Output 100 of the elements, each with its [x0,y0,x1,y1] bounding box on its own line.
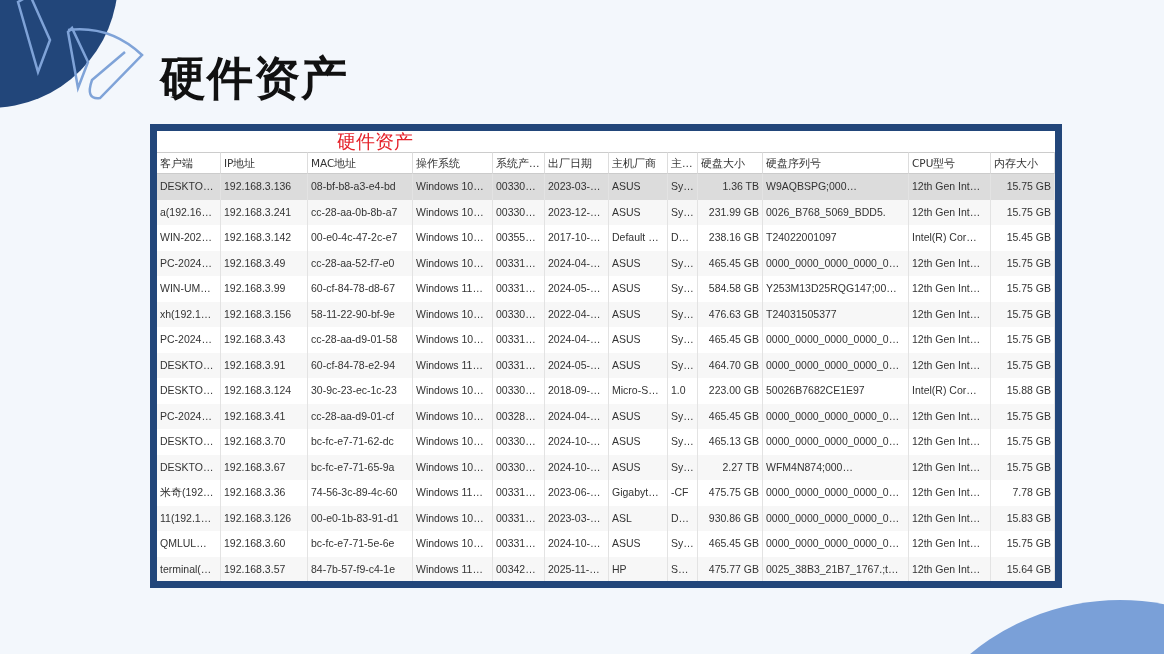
table-cell: 12th Gen Int… [909,454,991,480]
table-cell: ASL [609,505,668,531]
table-cell: 00355… [493,225,545,251]
table-cell: 476.63 GB [698,301,763,327]
table-cell: Windows 10… [413,301,493,327]
table-cell: 15.75 GB [991,454,1055,480]
column-header[interactable]: 出厂日期 [545,152,609,174]
table-cell: bc-fc-e7-71-62-dc [308,429,413,455]
table-cell: DESKTO… [157,352,221,378]
table-cell: 50026B7682CE1E97 [763,378,909,404]
table-cell: 00331… [493,250,545,276]
table-cell: 12th Gen Int… [909,352,991,378]
table-cell: Windows 11… [413,276,493,302]
column-header[interactable]: 主… [668,152,698,174]
column-header[interactable]: 客户端 [157,152,221,174]
table-cell: 2024-05-… [545,352,609,378]
table-cell: 15.83 GB [991,505,1055,531]
table-cell: 2018-09-… [545,378,609,404]
table-cell: 00331… [493,531,545,557]
table-cell: 0000_0000_0000_0000_0… [763,250,909,276]
table-cell: ASUS [609,429,668,455]
table-cell: 0000_0000_0000_0000_0… [763,505,909,531]
column-header[interactable]: 硬盘大小 [698,152,763,174]
table-cell: DESKTO… [157,454,221,480]
table-cell: Windows 10… [413,505,493,531]
table-cell: Sy… [668,276,698,302]
table-cell: Windows 10… [413,454,493,480]
table-cell: 192.168.3.70 [221,429,308,455]
table-cell: a(192.16… [157,199,221,225]
table-cell: ASUS [609,531,668,557]
table-cell: 00331… [493,276,545,302]
table-cell: 2024-10-… [545,429,609,455]
table-cell: 192.168.3.91 [221,352,308,378]
table-cell: 15.75 GB [991,403,1055,429]
table-cell: 2023-12-… [545,199,609,225]
table-cell: Windows 10… [413,429,493,455]
table-cell: 0000_0000_0000_0000_0… [763,531,909,557]
table-cell: Sy… [668,174,698,200]
table-cell: 465.45 GB [698,250,763,276]
table-cell: 475.77 GB [698,556,763,581]
table-cell: ASUS [609,327,668,353]
table-cell: 0000_0000_0000_0000_0… [763,352,909,378]
table-cell: Windows 10… [413,403,493,429]
table-cell: ASUS [609,454,668,480]
table-cell: 00330… [493,429,545,455]
table-cell: Windows 10… [413,327,493,353]
table-cell: Sy… [668,531,698,557]
table-cell: DESKTO… [157,378,221,404]
table-cell: 00331… [493,352,545,378]
table-cell: 15.75 GB [991,174,1055,200]
table-cell: 00330… [493,378,545,404]
table-cell: ASUS [609,403,668,429]
column-header[interactable]: 系统产… [493,152,545,174]
table-cell: 15.64 GB [991,556,1055,581]
table-cell: Sy… [668,429,698,455]
column-header[interactable]: 操作系统 [413,152,493,174]
table-cell: WIN-UM… [157,276,221,302]
table-cell: W9AQBSPG;000… [763,174,909,200]
table-cell: D… [668,505,698,531]
table-cell: 12th Gen Int… [909,276,991,302]
table-cell: T24031505377 [763,301,909,327]
table-cell: 2.27 TB [698,454,763,480]
column-header[interactable]: 硬盘序列号 [763,152,909,174]
table-cell: QMLUL… [157,531,221,557]
table-cell: 0000_0000_0000_0000_0… [763,429,909,455]
table-cell: Intel(R) Cor… [909,378,991,404]
table-cell: 192.168.3.136 [221,174,308,200]
column-header[interactable]: 内存大小 [991,152,1055,174]
table-cell: 192.168.3.41 [221,403,308,429]
table-cell: PC-2024… [157,250,221,276]
table-cell: 12th Gen Int… [909,301,991,327]
table-cell: xh(192.1… [157,301,221,327]
column-header[interactable]: CPU型号 [909,152,991,174]
table-cell: 1.36 TB [698,174,763,200]
column-header[interactable]: MAC地址 [308,152,413,174]
table-cell: 12th Gen Int… [909,199,991,225]
table-cell: 12th Gen Int… [909,327,991,353]
table-cell: HP [609,556,668,581]
table-cell: 08-bf-b8-a3-e4-bd [308,174,413,200]
table-cell: 00330… [493,301,545,327]
table-cell: Sy… [668,403,698,429]
table-cell: Windows 10… [413,199,493,225]
table-cell: ASUS [609,174,668,200]
column-header[interactable]: 主机厂商 [609,152,668,174]
slide-title: 硬件资产 [160,52,348,104]
table-cell: 12th Gen Int… [909,505,991,531]
table-cell: bc-fc-e7-71-65-9a [308,454,413,480]
table-cell: Gigabyt… [609,480,668,506]
table-cell: Windows 10… [413,174,493,200]
table-cell: 0026_B768_5069_BDD5. [763,199,909,225]
table-cell: terminal(… [157,556,221,581]
column-header[interactable]: IP地址 [221,152,308,174]
table-cell: 2024-10-… [545,454,609,480]
table-cell: 74-56-3c-89-4c-60 [308,480,413,506]
table-cell: Sy… [668,250,698,276]
table-cell: 192.168.3.99 [221,276,308,302]
table-cell: 00-e0-4c-47-2c-e7 [308,225,413,251]
table-cell: 15.75 GB [991,199,1055,225]
table-cell: ASUS [609,250,668,276]
table-cell: 00331… [493,505,545,531]
